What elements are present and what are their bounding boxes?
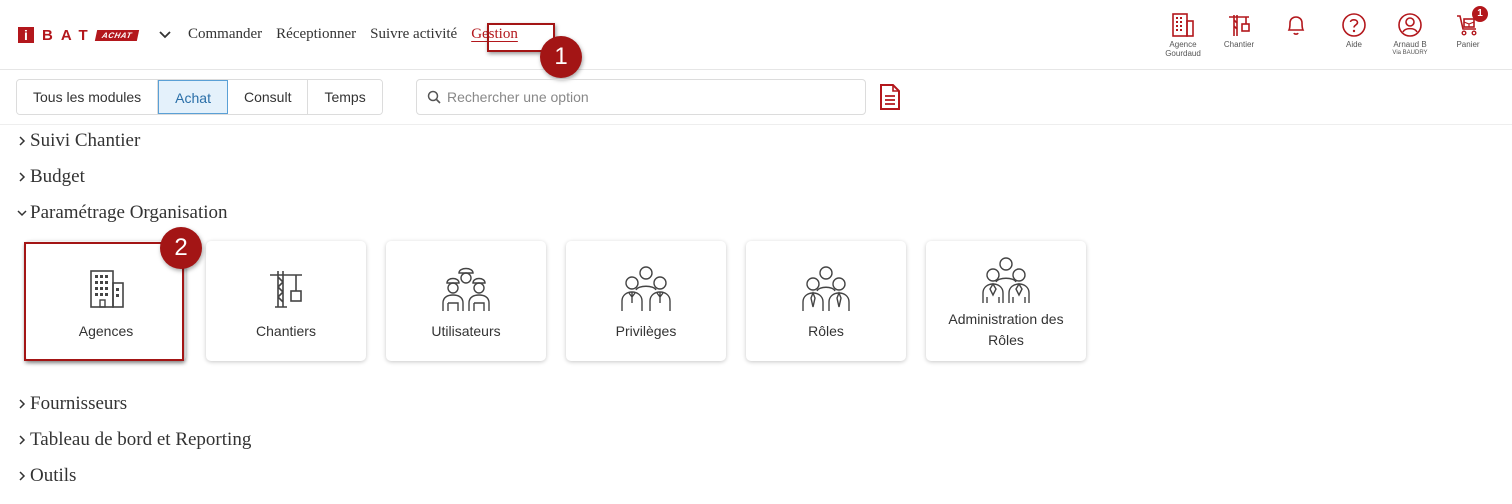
chantier-button[interactable]: Chantier [1211,10,1267,49]
search-icon [427,90,441,104]
card-roles[interactable]: Rôles [746,241,906,361]
agence-button[interactable]: Agence Gourdaud [1155,10,1211,58]
section-fournisseurs[interactable]: Fournisseurs [16,393,127,415]
nav-commander[interactable]: Commander [188,26,262,43]
section-budget[interactable]: Budget [16,166,85,188]
nav-suivre-activite[interactable]: Suivre activité [370,26,457,43]
card-label: Rôles [808,323,844,339]
chevron-right-icon [19,172,26,182]
section-suivi-chantier[interactable]: Suivi Chantier [16,130,140,152]
agence-label-line2: Gourdaud [1165,49,1201,58]
step2-highlight [24,242,184,361]
team-icon [621,266,671,311]
divider [0,124,1512,125]
cart-count-badge: 1 [1472,6,1488,22]
search-input[interactable] [447,89,847,105]
logo-letters: BAT [42,26,96,44]
section-label: Outils [30,465,77,486]
section-label: Suivi Chantier [30,130,141,151]
card-chantiers[interactable]: Chantiers [206,241,366,361]
chevron-right-icon [19,471,26,481]
section-label: Fournisseurs [30,393,128,414]
chevron-down-icon[interactable] [158,28,172,42]
card-label: Administration des Rôles [948,311,1064,348]
tab-tous-les-modules[interactable]: Tous les modules [17,80,159,114]
user-icon [1398,13,1422,37]
card-utilisateurs[interactable]: Utilisateurs [386,241,546,361]
agence-label-line1: Agence [1169,40,1197,49]
chantier-label: Chantier [1223,40,1255,49]
card-label: Privilèges [615,323,677,339]
step1-badge: 1 [540,36,582,78]
tab-achat[interactable]: Achat [158,80,228,114]
tab-consult[interactable]: Consult [227,80,309,114]
top-bar: i BAT ACHAT Commander Réceptionner Suivr… [0,0,1512,70]
admin-roles-icon [982,257,1030,303]
workers-icon [442,267,490,311]
tab-temps[interactable]: Temps [308,80,382,114]
logo-achat-badge: ACHAT [94,29,139,41]
step2-badge: 2 [160,227,202,269]
roles-icon [802,266,850,311]
section-label: Budget [30,166,85,187]
section-outils[interactable]: Outils [16,465,76,487]
section-label: Tableau de bord et Reporting [30,429,252,450]
user-label-line1: Arnaud B [1393,40,1427,49]
card-label: Chantiers [256,323,316,339]
logo-i-mark: i [18,27,34,43]
main-nav: Commander Réceptionner Suivre activité G… [188,26,532,43]
chevron-right-icon [19,136,26,146]
crane-icon [1229,15,1250,36]
notifications-button[interactable] [1268,10,1324,38]
nav-receptionner[interactable]: Réceptionner [276,26,356,43]
building-icon [1172,13,1194,37]
help-label: Aide [1345,40,1362,49]
card-privileges[interactable]: Privilèges [566,241,726,361]
section-label: Paramétrage Organisation [30,202,228,223]
cart-button[interactable]: 1 Panier [1440,6,1496,49]
section-tableau-de-bord[interactable]: Tableau de bord et Reporting [16,429,251,451]
document-icon[interactable] [878,83,902,111]
bell-icon [1287,16,1305,35]
help-button[interactable]: Aide [1326,10,1382,49]
section-parametrage-organisation[interactable]: Paramétrage Organisation [16,202,228,224]
user-button[interactable]: Arnaud B Via BAUDRY [1382,10,1438,58]
help-icon [1342,13,1366,37]
user-label-line2: Via BAUDRY [1392,50,1428,56]
module-tabs: Tous les modules Achat Consult Temps [16,79,383,115]
card-administration-des-roles[interactable]: Administration des Rôles [926,241,1086,361]
chevron-right-icon [19,399,26,409]
chevron-down-icon [17,210,27,217]
search-box [416,79,866,115]
crane-icon [270,271,302,308]
ibat-logo[interactable]: i BAT ACHAT [18,26,139,44]
chevron-right-icon [19,435,26,445]
cart-label: Panier [1456,40,1480,49]
card-label: Utilisateurs [431,323,501,339]
